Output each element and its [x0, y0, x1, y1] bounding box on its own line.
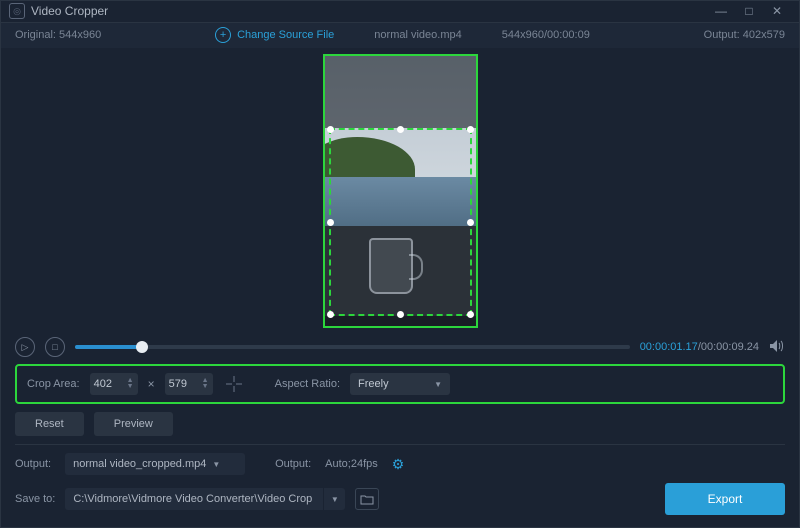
- crop-handle-bl[interactable]: [327, 311, 334, 318]
- gear-icon[interactable]: ⚙: [392, 456, 405, 473]
- play-button[interactable]: ▷: [15, 337, 35, 357]
- open-folder-button[interactable]: [355, 488, 379, 510]
- output-row: Output: normal video_cropped.mp4 ▼ Outpu…: [1, 445, 799, 475]
- crop-height-input[interactable]: 579 ▲▼: [165, 373, 213, 395]
- stop-button[interactable]: □: [45, 337, 65, 357]
- crop-handle-ml[interactable]: [327, 219, 334, 226]
- current-time: 00:00:01.17: [640, 341, 698, 353]
- crop-area-label: Crop Area:: [27, 378, 80, 390]
- crop-handle-tr[interactable]: [467, 126, 474, 133]
- crop-handle-br[interactable]: [467, 311, 474, 318]
- output-filename-field[interactable]: normal video_cropped.mp4 ▼: [65, 453, 245, 475]
- info-bar: Original: 544x960 + Change Source File n…: [1, 23, 799, 48]
- save-row: Save to: C:\Vidmore\Vidmore Video Conver…: [1, 475, 799, 527]
- width-step-down[interactable]: ▼: [127, 384, 134, 390]
- minimize-button[interactable]: —: [707, 1, 735, 21]
- titlebar: ◎ Video Cropper — □ ✕: [1, 1, 799, 23]
- chevron-down-icon: ▼: [212, 460, 220, 469]
- path-dropdown-button[interactable]: ▼: [323, 488, 345, 510]
- volume-icon[interactable]: [769, 339, 785, 356]
- preview-area: [1, 48, 799, 334]
- save-to-label: Save to:: [15, 493, 55, 505]
- crop-handle-bm[interactable]: [397, 311, 404, 318]
- crop-handle-tl[interactable]: [327, 126, 334, 133]
- save-path-field[interactable]: C:\Vidmore\Vidmore Video Converter\Video…: [65, 488, 345, 510]
- crop-handle-tm[interactable]: [397, 126, 404, 133]
- output-settings-value: Auto;24fps: [325, 458, 378, 470]
- source-filename: normal video.mp4: [374, 29, 461, 41]
- original-dimensions: Original: 544x960: [15, 29, 101, 41]
- source-info: 544x960/00:00:09: [502, 29, 590, 41]
- maximize-button[interactable]: □: [735, 1, 763, 21]
- close-button[interactable]: ✕: [763, 1, 791, 21]
- seek-slider[interactable]: [75, 345, 630, 349]
- timecode: 00:00:01.17/00:00:09.24: [640, 341, 759, 353]
- output-file-label: Output:: [15, 458, 51, 470]
- chevron-down-icon: ▼: [434, 380, 442, 389]
- crop-width-input[interactable]: 402 ▲▼: [90, 373, 138, 395]
- app-logo-icon: ◎: [9, 3, 25, 19]
- export-button[interactable]: Export: [665, 483, 785, 515]
- center-crop-button[interactable]: [223, 373, 245, 395]
- playback-bar: ▷ □ 00:00:01.17/00:00:09.24: [1, 334, 799, 360]
- output-settings-label: Output:: [275, 458, 311, 470]
- change-source-label: Change Source File: [237, 29, 334, 41]
- crop-handle-mr[interactable]: [467, 219, 474, 226]
- height-step-down[interactable]: ▼: [202, 384, 209, 390]
- crop-selection[interactable]: [329, 128, 472, 316]
- crop-controls-panel: Crop Area: 402 ▲▼ × 579 ▲▼ Aspect Ratio:…: [15, 364, 785, 404]
- video-frame[interactable]: [323, 54, 478, 328]
- window-title: Video Cropper: [31, 4, 707, 18]
- aspect-ratio-select[interactable]: Freely ▼: [350, 373, 450, 395]
- change-source-button[interactable]: + Change Source File: [215, 27, 334, 43]
- reset-button[interactable]: Reset: [15, 412, 84, 436]
- aspect-ratio-label: Aspect Ratio:: [275, 378, 340, 390]
- multiply-icon: ×: [148, 377, 155, 391]
- seek-thumb[interactable]: [136, 341, 148, 353]
- preview-button[interactable]: Preview: [94, 412, 173, 436]
- output-dimensions: Output: 402x579: [704, 29, 785, 41]
- total-time: 00:00:09.24: [701, 341, 759, 353]
- plus-circle-icon: +: [215, 27, 231, 43]
